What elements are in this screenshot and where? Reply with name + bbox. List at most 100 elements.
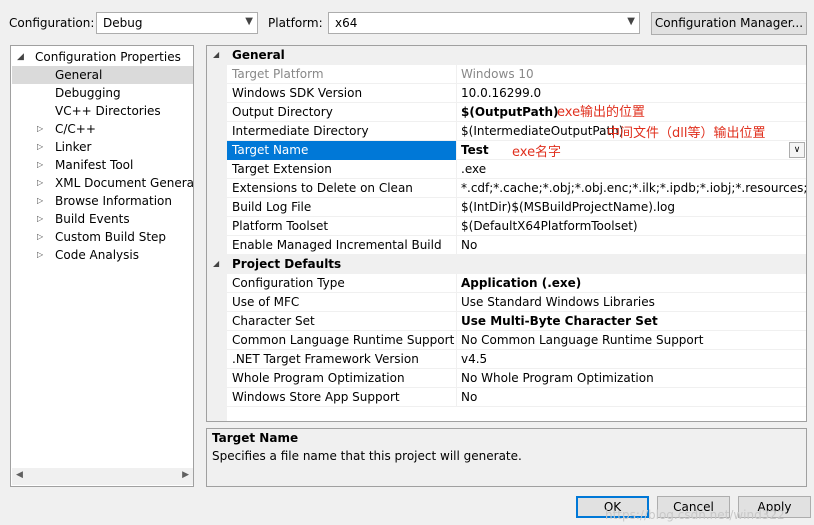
expand-icon[interactable]: ▷: [37, 210, 43, 228]
expand-icon[interactable]: ▷: [37, 246, 43, 264]
property-value[interactable]: Use Multi-Byte Character Set: [461, 314, 658, 328]
collapse-icon[interactable]: ◢: [213, 259, 219, 268]
expand-icon[interactable]: ▷: [37, 120, 43, 138]
property-name: Extensions to Delete on Clean: [232, 181, 413, 195]
column-divider[interactable]: [456, 293, 457, 312]
property-row[interactable]: Build Log File $(IntDir)$(MSBuildProjectN…: [207, 198, 806, 217]
tree-item-label: VC++ Directories: [55, 104, 161, 118]
platform-dropdown[interactable]: x64 ▼: [328, 12, 640, 34]
property-value[interactable]: No: [461, 238, 477, 252]
chevron-down-icon: ▼: [627, 16, 635, 27]
expand-icon[interactable]: ▷: [37, 174, 43, 192]
collapse-icon[interactable]: ◢: [17, 48, 24, 66]
description-text: Specifies a file name that this project …: [212, 449, 522, 463]
property-name: Target Name: [227, 141, 456, 160]
column-divider[interactable]: [456, 65, 457, 84]
property-grid[interactable]: ◢ General Target Platform Windows 10 Windows…: [206, 45, 807, 422]
configuration-dropdown[interactable]: Debug ▼: [96, 12, 258, 34]
column-divider[interactable]: [456, 198, 457, 217]
watermark: https://blog.csdn.net/wind322: [605, 508, 785, 522]
property-value: Windows 10: [461, 67, 534, 81]
configuration-manager-button[interactable]: Configuration Manager...: [651, 12, 807, 35]
property-value[interactable]: $(DefaultX64PlatformToolset): [461, 219, 638, 233]
property-row[interactable]: Target Platform Windows 10: [207, 65, 806, 84]
column-divider[interactable]: [456, 312, 457, 331]
tree-item-label: General: [55, 68, 103, 82]
property-value[interactable]: No Common Language Runtime Support: [461, 333, 703, 347]
property-row[interactable]: Target Name Test ∨: [207, 141, 806, 160]
property-value[interactable]: Test: [461, 143, 489, 157]
property-name: Configuration Type: [232, 276, 345, 290]
scroll-right-icon[interactable]: ▶: [182, 470, 189, 480]
property-name: Target Platform: [232, 67, 324, 81]
column-divider[interactable]: [456, 217, 457, 236]
column-divider[interactable]: [456, 84, 457, 103]
property-name: Windows SDK Version: [232, 86, 363, 100]
property-row[interactable]: Output Directory $(OutputPath): [207, 103, 806, 122]
column-divider[interactable]: [456, 274, 457, 293]
property-name: Target Extension: [232, 162, 332, 176]
value-dropdown-icon[interactable]: ∨: [789, 142, 805, 158]
property-value[interactable]: Application (.exe): [461, 276, 581, 290]
category-header[interactable]: ◢ General: [207, 46, 806, 65]
tree-item-label: XML Document Generator: [55, 176, 194, 190]
chevron-down-icon: ▼: [245, 16, 253, 27]
property-value[interactable]: .exe: [461, 162, 486, 176]
scroll-left-icon[interactable]: ◀: [16, 470, 23, 480]
property-value[interactable]: $(IntermediateOutputPath): [461, 124, 623, 138]
column-divider[interactable]: [456, 350, 457, 369]
collapse-icon[interactable]: ◢: [213, 50, 219, 59]
property-row[interactable]: Use of MFC Use Standard Windows Libraries: [207, 293, 806, 312]
property-row[interactable]: .NET Target Framework Version v4.5: [207, 350, 806, 369]
property-tree[interactable]: ◢ Configuration Properties General Debugg…: [10, 45, 194, 487]
property-value[interactable]: No Whole Program Optimization: [461, 371, 654, 385]
tree-item-label: Custom Build Step: [55, 230, 167, 244]
property-row[interactable]: Character Set Use Multi-Byte Character Se…: [207, 312, 806, 331]
expand-icon[interactable]: ▷: [37, 138, 43, 156]
property-row[interactable]: Common Language Runtime Support No Common…: [207, 331, 806, 350]
property-row[interactable]: Windows Store App Support No: [207, 388, 806, 407]
platform-value: x64: [335, 16, 358, 30]
column-divider[interactable]: [456, 236, 457, 255]
property-row[interactable]: Extensions to Delete on Clean *.cdf;*.cac…: [207, 179, 806, 198]
expand-icon[interactable]: ▷: [37, 192, 43, 210]
property-value[interactable]: Use Standard Windows Libraries: [461, 295, 655, 309]
horizontal-scrollbar[interactable]: ◀ ▶: [12, 468, 193, 485]
property-row[interactable]: Windows SDK Version 10.0.16299.0: [207, 84, 806, 103]
property-value[interactable]: 10.0.16299.0: [461, 86, 541, 100]
column-divider[interactable]: [456, 160, 457, 179]
property-value[interactable]: No: [461, 390, 477, 404]
property-row[interactable]: Whole Program Optimization No Whole Progr…: [207, 369, 806, 388]
tree-item-label: Debugging: [55, 86, 121, 100]
property-name: Intermediate Directory: [232, 124, 369, 138]
column-divider[interactable]: [456, 141, 457, 160]
annotation-target-name: exe名字: [512, 145, 562, 160]
property-row[interactable]: Enable Managed Incremental Build No: [207, 236, 806, 255]
column-divider[interactable]: [456, 369, 457, 388]
annotation-output-dir: exe输出的位置: [557, 105, 646, 120]
property-value[interactable]: v4.5: [461, 352, 487, 366]
column-divider[interactable]: [456, 103, 457, 122]
property-row[interactable]: Configuration Type Application (.exe): [207, 274, 806, 293]
expand-icon[interactable]: ▷: [37, 156, 43, 174]
property-row[interactable]: Target Extension .exe: [207, 160, 806, 179]
column-divider[interactable]: [456, 388, 457, 407]
platform-label: Platform:: [268, 16, 323, 30]
column-divider[interactable]: [456, 179, 457, 198]
property-row[interactable]: Platform Toolset $(DefaultX64PlatformTool…: [207, 217, 806, 236]
expand-icon[interactable]: ▷: [37, 228, 43, 246]
property-value[interactable]: *.cdf;*.cache;*.obj;*.obj.enc;*.ilk;*.ip…: [461, 181, 806, 195]
property-value[interactable]: $(IntDir)$(MSBuildProjectName).log: [461, 200, 675, 214]
description-title: Target Name: [212, 431, 299, 445]
column-divider[interactable]: [456, 331, 457, 350]
annotation-intermediate-dir: 中间文件（dll等）输出位置: [607, 126, 766, 141]
property-name: Enable Managed Incremental Build: [232, 238, 442, 252]
property-name: Whole Program Optimization: [232, 371, 405, 385]
property-value[interactable]: $(OutputPath): [461, 105, 559, 119]
configuration-value: Debug: [103, 16, 143, 30]
tree-item-label: Manifest Tool: [55, 158, 134, 172]
property-name: .NET Target Framework Version: [232, 352, 419, 366]
tree-item-label: Browse Information: [55, 194, 172, 208]
category-header[interactable]: ◢ Project Defaults: [207, 255, 806, 274]
column-divider[interactable]: [456, 122, 457, 141]
